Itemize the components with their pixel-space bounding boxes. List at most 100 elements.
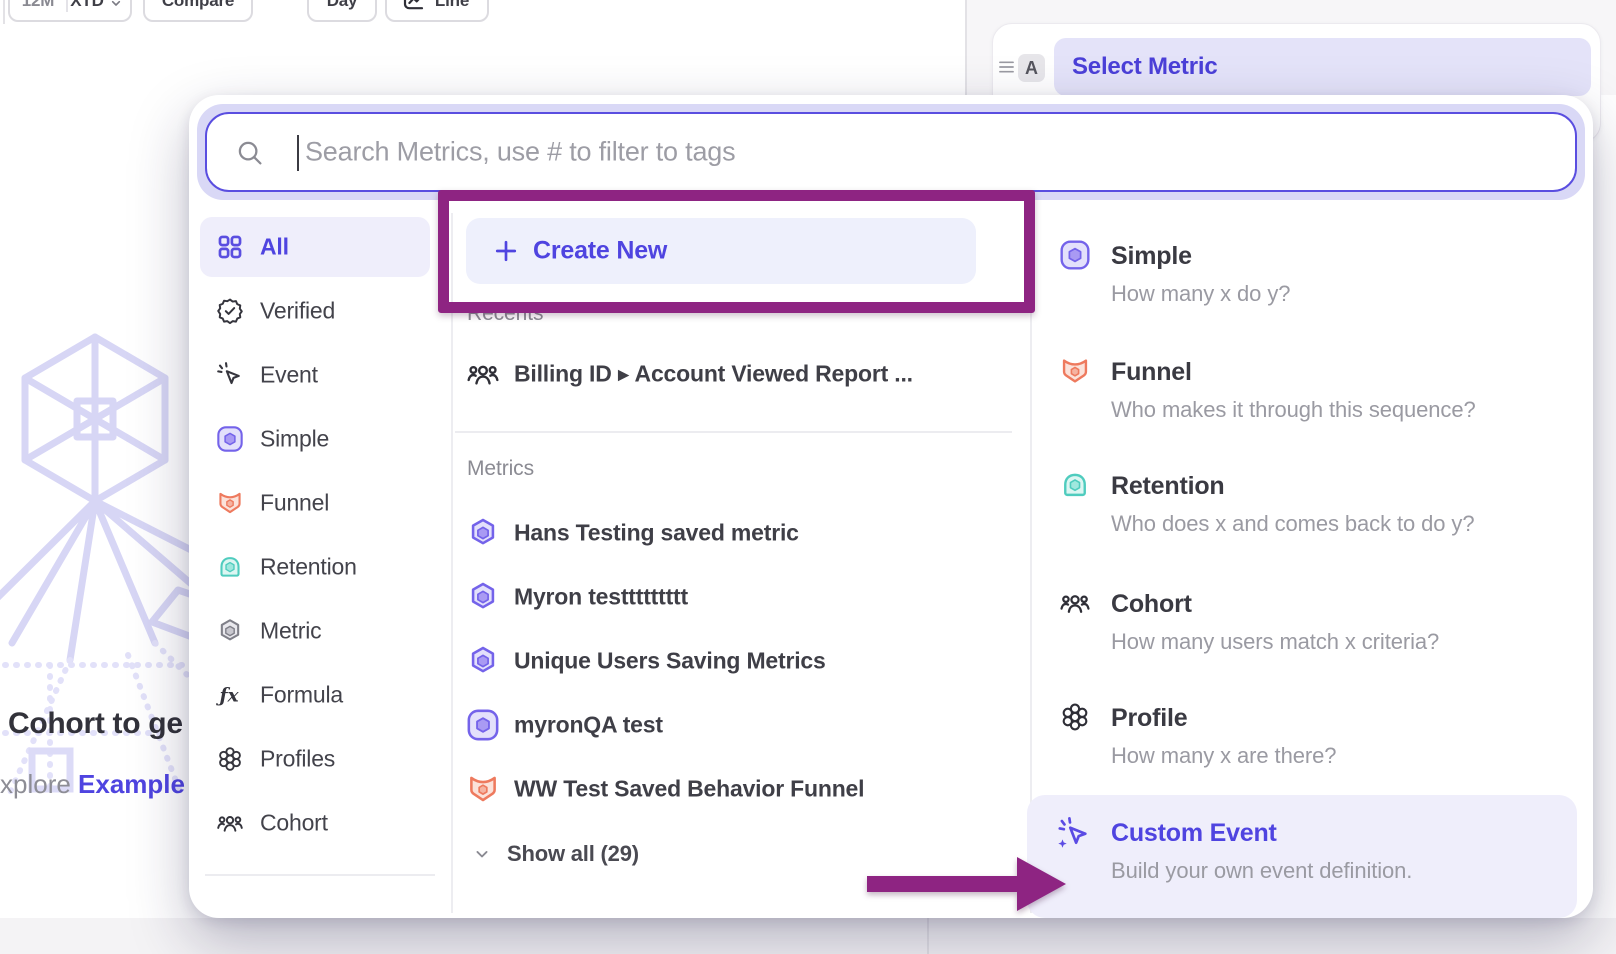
sidebar-label: Event xyxy=(260,362,318,389)
sidebar-item-simple[interactable]: Simple xyxy=(200,409,430,469)
sidebar-label: T xyxy=(260,918,274,919)
compare-button[interactable]: Compare xyxy=(143,0,253,22)
sidebar-item-metric[interactable]: Metric xyxy=(200,601,430,661)
sidebar-label: Retention xyxy=(260,554,357,581)
type-description: How many x do y? xyxy=(1111,279,1290,309)
simple-metric-icon xyxy=(1059,239,1091,271)
type-name: Custom Event xyxy=(1111,816,1277,850)
cohort-icon xyxy=(216,809,244,837)
verified-badge-icon xyxy=(216,297,244,325)
metric-hexagon-icon xyxy=(216,617,244,645)
line-chart-icon xyxy=(401,0,425,13)
date-range-group: 12M XTD xyxy=(8,0,132,22)
annotation-highlight-box xyxy=(438,190,1035,313)
type-name: Profile xyxy=(1111,701,1187,735)
sidebar-item-all[interactable]: All xyxy=(200,217,430,277)
type-description: Who does x and comes back to do y? xyxy=(1111,509,1474,539)
grid-icon xyxy=(216,233,244,261)
chevron-down-icon xyxy=(472,844,492,864)
caret-down-icon xyxy=(108,0,124,11)
search-focus-ring: Search Metrics, use # to filter to tags xyxy=(197,104,1585,200)
formula-icon: ƒx xyxy=(216,681,244,709)
sidebar-label: Cohort xyxy=(260,810,328,837)
day-label: Day xyxy=(309,0,375,11)
type-name: Retention xyxy=(1111,469,1224,503)
annotation-arrow xyxy=(858,848,1073,918)
select-metric-button[interactable]: Select Metric xyxy=(1054,38,1591,96)
tag-icon xyxy=(216,917,244,918)
sidebar-item-formula[interactable]: ƒx Formula xyxy=(200,665,430,725)
background-explore-line: xplore Example R xyxy=(0,769,211,800)
funnel-icon xyxy=(1059,355,1091,387)
sidebar-label: Simple xyxy=(260,426,329,453)
text-cursor xyxy=(297,135,299,171)
sidebar-label: Profiles xyxy=(260,746,335,773)
sidebar-label: Metric xyxy=(260,618,321,645)
sidebar-item-tags-clipped[interactable]: T xyxy=(200,901,430,918)
sidebar-divider xyxy=(205,874,435,876)
compare-label: Compare xyxy=(145,0,251,11)
recent-item-label: Billing ID ▸ Account Viewed Report ... xyxy=(514,361,913,388)
search-input[interactable]: Search Metrics, use # to filter to tags xyxy=(205,112,1577,192)
retention-icon xyxy=(1059,469,1091,501)
funnel-icon xyxy=(216,489,244,517)
type-name: Funnel xyxy=(1111,355,1192,389)
sidebar-item-retention[interactable]: Retention xyxy=(200,537,430,597)
range-xtd-button[interactable]: XTD xyxy=(66,0,108,11)
range-12m-button[interactable]: 12M xyxy=(10,0,66,11)
sidebar-item-funnel[interactable]: Funnel xyxy=(200,473,430,533)
type-description: How many users match x criteria? xyxy=(1111,627,1439,657)
type-name: Cohort xyxy=(1111,587,1192,621)
recents-divider xyxy=(455,431,1012,433)
saved-metric-icon xyxy=(466,644,500,678)
type-description: How many x are there? xyxy=(1111,741,1336,771)
series-badge: A xyxy=(1018,54,1045,82)
sidebar-label: Verified xyxy=(260,298,335,325)
event-cursor-icon xyxy=(216,361,244,389)
sidebar-column-divider xyxy=(451,213,453,913)
explore-prefix: xplore xyxy=(0,769,78,799)
metric-item-label: WW Test Saved Behavior Funnel xyxy=(514,776,864,803)
saved-metric-icon xyxy=(466,580,500,614)
screen: 12M XTD Compare Day Line Cohort to ge x xyxy=(0,0,1616,954)
cohort-icon xyxy=(466,357,500,391)
sidebar-item-verified[interactable]: Verified xyxy=(200,281,430,341)
panel-divider-bottom xyxy=(927,918,929,954)
type-name: Simple xyxy=(1111,239,1192,273)
cohort-icon xyxy=(1059,587,1091,619)
metric-item-label: myronQA test xyxy=(514,712,663,739)
search-placeholder: Search Metrics, use # to filter to tags xyxy=(305,137,735,168)
funnel-icon xyxy=(466,772,500,806)
background-heading-fragment: Cohort to ge xyxy=(8,707,183,741)
sidebar-label: All xyxy=(260,234,289,261)
metric-item-label: Hans Testing saved metric xyxy=(514,520,799,547)
search-icon xyxy=(235,138,265,168)
profiles-icon xyxy=(1059,701,1091,733)
line-label: Line xyxy=(427,0,477,11)
type-description: Who makes it through this sequence? xyxy=(1111,395,1476,425)
show-all-label: Show all (29) xyxy=(507,841,639,867)
saved-metric-icon xyxy=(466,516,500,550)
simple-metric-icon xyxy=(216,425,244,453)
sidebar-label: Funnel xyxy=(260,490,329,517)
simple-metric-icon xyxy=(466,708,500,742)
left-panel-edge xyxy=(3,0,5,24)
profiles-icon xyxy=(216,745,244,773)
metric-item-label: Myron testtttttttt xyxy=(514,584,688,611)
line-chart-type-button[interactable]: Line xyxy=(385,0,489,22)
drag-handle-icon[interactable] xyxy=(999,60,1014,74)
custom-event-icon xyxy=(1055,816,1091,852)
panel-divider-top xyxy=(965,0,967,95)
sidebar-item-event[interactable]: Event xyxy=(200,345,430,405)
sidebar-item-profiles[interactable]: Profiles xyxy=(200,729,430,789)
metrics-section-label: Metrics xyxy=(467,457,534,481)
sidebar-item-cohort[interactable]: Cohort xyxy=(200,793,430,853)
metric-item-label: Unique Users Saving Metrics xyxy=(514,648,826,675)
page-bottom-strip xyxy=(0,918,1616,954)
day-button[interactable]: Day xyxy=(307,0,377,22)
svg-text:ƒx: ƒx xyxy=(216,684,240,706)
select-metric-label: Select Metric xyxy=(1072,53,1217,81)
sidebar-label: Formula xyxy=(260,682,343,709)
type-description: Build your own event definition. xyxy=(1111,856,1412,886)
retention-icon xyxy=(216,553,244,581)
